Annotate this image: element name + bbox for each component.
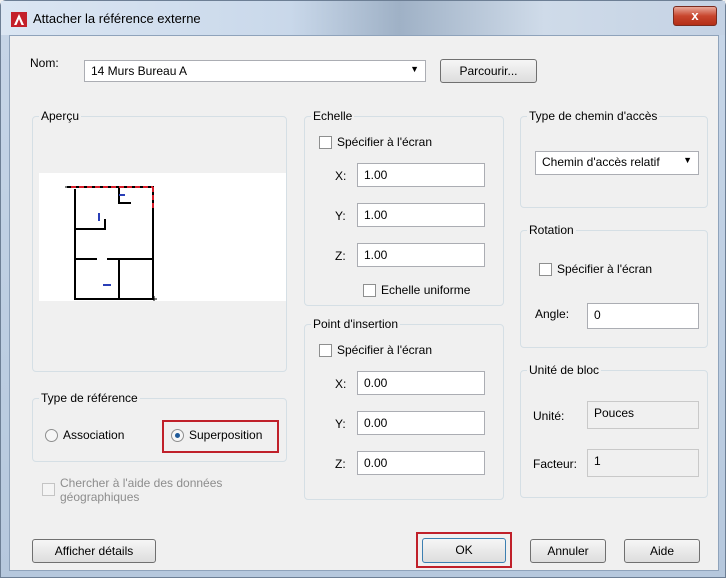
floor-plan-preview — [65, 186, 157, 302]
scale-specify-label: Spécifier à l'écran — [337, 135, 433, 149]
insertion-y-input[interactable]: 0.00 — [357, 411, 485, 435]
rotation-specify-label: Spécifier à l'écran — [557, 262, 653, 276]
association-label: Association — [63, 428, 125, 442]
uniform-scale-label: Echelle uniforme — [381, 283, 471, 297]
preview-group: Aperçu — [32, 109, 287, 372]
reference-type-group: Type de référence Association Superposit… — [32, 391, 287, 462]
scale-title: Echelle — [311, 109, 355, 123]
insertion-z-input[interactable]: 0.00 — [357, 451, 485, 475]
insertion-specify-label: Spécifier à l'écran — [337, 343, 433, 357]
scale-y-label: Y: — [335, 209, 346, 223]
dialog-window: Attacher la référence externe x Nom: 14 … — [0, 0, 726, 578]
help-button[interactable]: Aide — [624, 539, 700, 563]
rotation-specify-checkbox[interactable] — [539, 263, 552, 276]
rotation-group: Rotation Spécifier à l'écran Angle: 0 — [520, 223, 708, 348]
name-label: Nom: — [30, 56, 59, 70]
dialog-body: Nom: 14 Murs Bureau A ▼ Parcourir... Ape… — [9, 35, 719, 571]
autocad-app-icon — [11, 12, 27, 27]
cancel-button[interactable]: Annuler — [530, 539, 606, 563]
path-type-title: Type de chemin d'accès — [527, 109, 660, 123]
geo-label-line2: géographiques — [60, 490, 140, 504]
preview-title: Aperçu — [39, 109, 82, 123]
scale-x-input[interactable]: 1.00 — [357, 163, 485, 187]
rotation-title: Rotation — [527, 223, 576, 237]
browse-button[interactable]: Parcourir... — [440, 59, 537, 83]
factor-value: 1 — [587, 449, 699, 477]
uniform-scale-checkbox[interactable] — [363, 284, 376, 297]
title-bar[interactable]: Attacher la référence externe x — [1, 1, 725, 35]
insertion-x-label: X: — [335, 377, 347, 391]
name-combo[interactable]: 14 Murs Bureau A ▼ — [84, 60, 426, 82]
scale-z-label: Z: — [335, 249, 346, 263]
insertion-y-label: Y: — [335, 417, 346, 431]
geo-label-line1: Chercher à l'aide des données — [60, 476, 223, 490]
scale-group: Echelle Spécifier à l'écran X: 1.00 Y: 1… — [304, 109, 504, 306]
block-unit-title: Unité de bloc — [527, 363, 602, 377]
scale-specify-checkbox[interactable] — [319, 136, 332, 149]
insertion-specify-checkbox[interactable] — [319, 344, 332, 357]
association-radio[interactable] — [45, 429, 58, 442]
name-combo-value: 14 Murs Bureau A — [91, 64, 188, 78]
chevron-down-icon: ▼ — [683, 155, 692, 165]
unit-value: Pouces — [587, 401, 699, 429]
path-type-value: Chemin d'accès relatif — [542, 155, 660, 169]
path-type-group: Type de chemin d'accès Chemin d'accès re… — [520, 109, 708, 208]
angle-input[interactable]: 0 — [587, 303, 699, 329]
close-button[interactable]: x — [673, 6, 717, 26]
factor-label: Facteur: — [533, 457, 578, 471]
scale-z-input[interactable]: 1.00 — [357, 243, 485, 267]
scale-x-label: X: — [335, 169, 347, 183]
insertion-title: Point d'insertion — [311, 317, 401, 331]
superposition-highlight — [162, 420, 279, 453]
scale-y-input[interactable]: 1.00 — [357, 203, 485, 227]
ok-button[interactable]: OK — [422, 538, 506, 563]
insertion-x-input[interactable]: 0.00 — [357, 371, 485, 395]
insertion-z-label: Z: — [335, 457, 346, 471]
window-title: Attacher la référence externe — [33, 11, 201, 26]
unit-label: Unité: — [533, 409, 565, 423]
show-details-button[interactable]: Afficher détails — [32, 539, 156, 563]
geo-checkbox[interactable] — [42, 483, 55, 496]
preview-canvas — [39, 173, 286, 302]
block-unit-group: Unité de bloc Unité: Pouces Facteur: 1 — [520, 363, 708, 498]
path-type-combo[interactable]: Chemin d'accès relatif ▼ — [535, 151, 699, 175]
chevron-down-icon: ▼ — [410, 64, 419, 74]
angle-label: Angle: — [535, 307, 570, 321]
reference-type-title: Type de référence — [39, 391, 140, 405]
insertion-group: Point d'insertion Spécifier à l'écran X:… — [304, 317, 504, 500]
